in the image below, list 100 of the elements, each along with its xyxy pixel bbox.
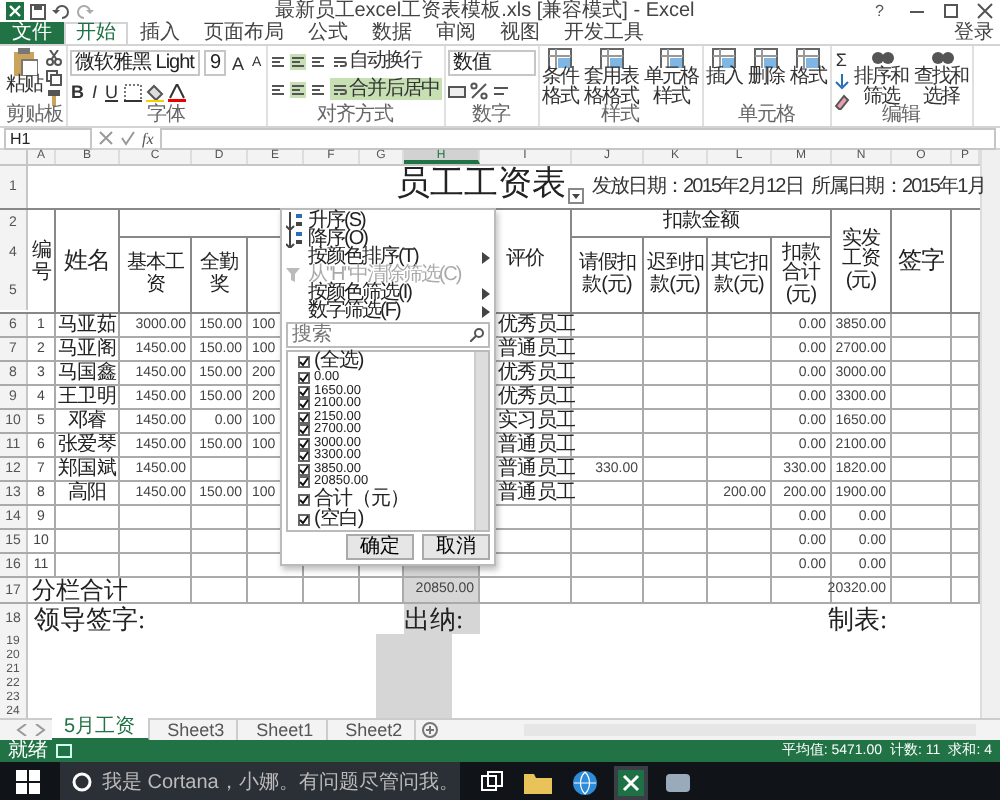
checkbox[interactable] [298, 424, 310, 437]
align-icon[interactable] [269, 53, 286, 69]
fill-bucket-icon[interactable] [146, 83, 165, 101]
next-sheet-icon[interactable] [34, 724, 46, 736]
menu-item[interactable]: 数字筛选(F) [286, 302, 490, 320]
sign-in-link[interactable]: 登录 [954, 22, 1000, 44]
ribbon-button[interactable]: 插入 [705, 48, 744, 87]
checkbox[interactable] [298, 398, 310, 411]
ribbon-button[interactable]: 查找和选择 [913, 48, 970, 106]
help-button[interactable]: ? [875, 2, 884, 20]
toolbar-button[interactable]: 自动换行 [329, 50, 424, 72]
table-cell: 普通员工 [498, 338, 576, 360]
border-icon[interactable] [124, 83, 143, 101]
search-field[interactable]: 搜索 [286, 322, 490, 348]
paste-button[interactable]: 粘贴 [6, 48, 42, 95]
app-icon[interactable] [664, 770, 692, 794]
ribbon-tab[interactable]: 审阅 [424, 22, 488, 44]
ribbon-button[interactable]: 删除 [747, 48, 786, 87]
globe-icon[interactable] [572, 769, 598, 795]
menu-item[interactable]: 按颜色排序(T) [286, 248, 490, 266]
ribbon-button[interactable]: 排序和筛选 [853, 48, 910, 106]
toolbar-button[interactable]: 合并后居中 [329, 78, 442, 100]
align-icon[interactable] [269, 81, 286, 97]
scissors-icon[interactable] [46, 50, 62, 66]
copy-icon[interactable] [46, 70, 62, 86]
checkbox[interactable] [298, 513, 310, 525]
scrollbar[interactable] [980, 150, 1000, 718]
ribbon-tab[interactable]: 文件 [0, 22, 64, 44]
ribbon-tab[interactable]: 开发工具 [552, 22, 656, 44]
check-icon[interactable] [120, 130, 136, 146]
currency-icon[interactable] [447, 82, 466, 100]
font-style-button[interactable]: U [103, 82, 121, 102]
dialog-button[interactable]: 确定 [346, 533, 414, 559]
menu-item[interactable]: 升序(S) [286, 212, 490, 230]
filter-dropdown-button[interactable] [568, 188, 584, 204]
save-icon[interactable] [30, 3, 46, 19]
cancel-icon[interactable] [98, 130, 114, 146]
table-cell: 普通员工 [498, 458, 576, 480]
value-option[interactable]: 合计（元） [314, 489, 409, 509]
ribbon-tab[interactable]: 公式 [296, 22, 360, 44]
menu-item[interactable]: 降序(O) [286, 230, 490, 248]
font-size-button[interactable]: A [230, 53, 247, 73]
font-size-field[interactable]: 9 [203, 50, 227, 76]
add-sheet-icon[interactable] [422, 722, 439, 738]
close-icon[interactable] [976, 2, 994, 20]
align-icon[interactable] [289, 53, 306, 69]
scrollbar[interactable] [474, 352, 488, 529]
decimal-icon[interactable] [491, 82, 510, 100]
align-icon[interactable] [289, 81, 306, 97]
selected-cell[interactable]: 出纳: [404, 604, 480, 634]
dialog-button[interactable]: 取消 [422, 533, 490, 559]
selected-cell[interactable] [376, 704, 452, 718]
percent-icon[interactable] [469, 82, 488, 100]
font-color-icon[interactable] [168, 83, 187, 101]
checkbox[interactable] [298, 493, 310, 505]
align-icon[interactable] [309, 53, 326, 69]
ribbon-button[interactable]: 格式 [789, 48, 828, 87]
ribbon-tab[interactable]: 视图 [488, 22, 552, 44]
brush-icon[interactable] [46, 90, 62, 106]
value-option[interactable]: (空白) [314, 509, 364, 529]
ribbon-button[interactable]: 单元格样式 [643, 48, 700, 106]
checkbox[interactable] [298, 356, 310, 368]
undo-icon[interactable] [52, 3, 70, 19]
ribbon-tab[interactable]: 数据 [360, 22, 424, 44]
spreadsheet-app-icon[interactable] [618, 769, 644, 795]
checkbox[interactable] [298, 372, 310, 385]
column-heading: 全勤奖 [198, 254, 240, 296]
font-style-button[interactable]: I [90, 82, 100, 102]
table-cell: 马亚茹 [57, 314, 117, 336]
previous-sheet-icon[interactable] [16, 724, 28, 736]
ribbon-button[interactable]: 条件格式 [541, 48, 580, 106]
checkbox[interactable] [298, 411, 310, 424]
font-style-button[interactable]: B [69, 82, 86, 102]
checkbox[interactable] [298, 450, 310, 463]
eraser-icon[interactable] [833, 94, 850, 110]
align-icon[interactable] [309, 81, 326, 97]
fill-down-icon[interactable] [833, 74, 850, 90]
folder-icon[interactable] [524, 770, 552, 794]
checkbox[interactable] [298, 463, 310, 476]
ribbon-button[interactable]: 套用表格格式 [583, 48, 640, 106]
value-option[interactable]: (全选) [314, 352, 364, 372]
checkbox[interactable] [298, 385, 310, 398]
name-box[interactable]: H1 [4, 127, 92, 149]
ribbon-tab[interactable]: 开始 [64, 22, 128, 44]
font-name-field[interactable]: 微软雅黑 Light [69, 50, 200, 76]
task-view-icon[interactable] [480, 770, 504, 794]
sheet-tab[interactable]: 5月工资 [52, 718, 150, 742]
ribbon-tab[interactable]: 页面布局 [192, 22, 296, 44]
windows-logo-icon[interactable] [16, 770, 40, 794]
formula-input[interactable] [159, 127, 996, 149]
maximize-icon[interactable] [942, 2, 960, 20]
autosum-button[interactable]: Σ [833, 50, 849, 70]
macro-record-icon[interactable] [56, 744, 72, 758]
checkbox[interactable] [298, 476, 310, 489]
insert-function-button[interactable]: fx [142, 129, 154, 147]
ribbon-tab[interactable]: 插入 [128, 22, 192, 44]
menu-item[interactable]: 按颜色筛选(I) [286, 284, 490, 302]
checkbox[interactable] [298, 437, 310, 450]
taskbar-search-field[interactable]: 我是 Cortana，小娜。有问题尽管问我。 [60, 762, 460, 800]
number-format-field[interactable]: 数值 [447, 50, 536, 76]
